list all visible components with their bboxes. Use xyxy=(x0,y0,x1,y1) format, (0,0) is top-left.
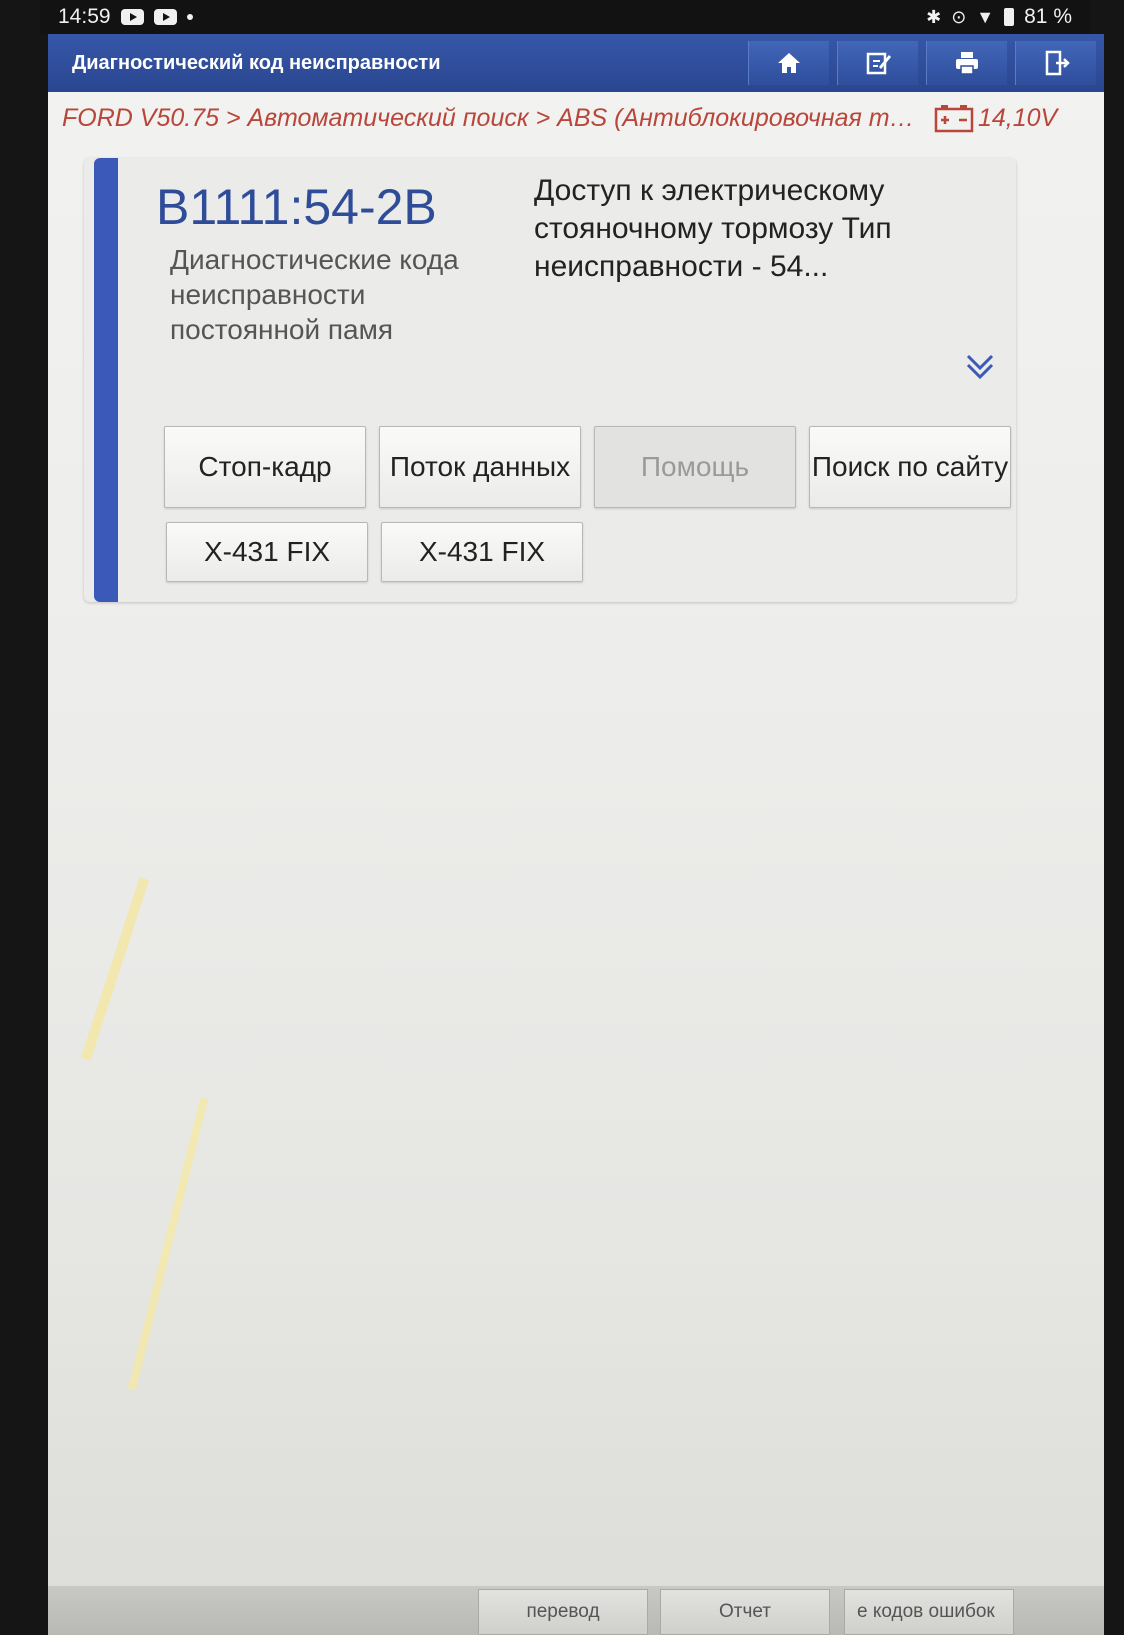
dtc-type: Диагностические кода неисправности посто… xyxy=(170,244,459,345)
x431-fix-button[interactable]: X-431 FIX xyxy=(166,522,368,582)
exit-button[interactable] xyxy=(1015,41,1096,85)
exit-icon xyxy=(1045,50,1070,76)
data-stream-button[interactable]: Поток данных xyxy=(379,426,581,508)
battery-icon xyxy=(1004,8,1015,26)
breadcrumb: FORD V50.75 > Автоматический поиск > ABS… xyxy=(62,103,922,132)
battery-level: 81 % xyxy=(1024,5,1072,28)
voltage-value: 14,10V xyxy=(978,103,1058,132)
home-button[interactable] xyxy=(748,41,829,85)
edit-icon xyxy=(866,52,891,75)
edit-button[interactable] xyxy=(837,41,918,85)
report-button[interactable]: Отчет xyxy=(660,1589,830,1635)
notification-dot-icon xyxy=(186,14,193,20)
voltage-indicator: 14,10V xyxy=(934,102,1057,134)
dtc-card: B1111:54-2B Диагностические кода неиспра… xyxy=(84,158,1016,602)
page-title: Диагностический код неисправности xyxy=(72,51,441,74)
print-icon xyxy=(956,52,978,75)
print-button[interactable] xyxy=(926,41,1007,85)
wifi-icon: ▼ xyxy=(976,7,995,27)
status-bar: 14:59 ✱ ⊙ ▼ 81 % xyxy=(40,0,1090,34)
home-icon xyxy=(778,53,800,73)
dtc-code: B1111:54-2B xyxy=(156,179,437,235)
location-icon: ⊙ xyxy=(951,7,967,27)
clear-codes-button[interactable]: е кодов ошибок xyxy=(844,1589,1014,1635)
translate-button[interactable]: перевод xyxy=(478,1589,648,1635)
bluetooth-icon: ✱ xyxy=(926,7,942,27)
app-bar: Диагностический код неисправности xyxy=(48,34,1104,92)
dtc-description: Доступ к электрическому стояночному торм… xyxy=(534,174,892,283)
screen-glare xyxy=(127,1097,209,1391)
app-screen: Диагностический код неисправности FORD V… xyxy=(48,34,1104,1635)
youtube-icon xyxy=(153,9,177,25)
freeze-frame-button[interactable]: Стоп-кадр xyxy=(164,426,366,508)
web-search-button[interactable]: Поиск по сайту xyxy=(809,426,1011,508)
breadcrumb-bar: FORD V50.75 > Автоматический поиск > ABS… xyxy=(48,92,1104,144)
youtube-icon xyxy=(120,9,144,25)
card-accent-bar xyxy=(94,158,118,602)
bottom-toolbar: перевод Отчет е кодов ошибок xyxy=(48,1586,1104,1635)
x431-fix-button-2[interactable]: X-431 FIX xyxy=(381,522,583,582)
battery-voltage-icon xyxy=(934,105,974,133)
expand-chevron-icon[interactable] xyxy=(962,348,998,384)
screen-glare xyxy=(80,877,150,1061)
help-button[interactable]: Помощь xyxy=(594,426,796,508)
clock: 14:59 xyxy=(58,5,111,28)
